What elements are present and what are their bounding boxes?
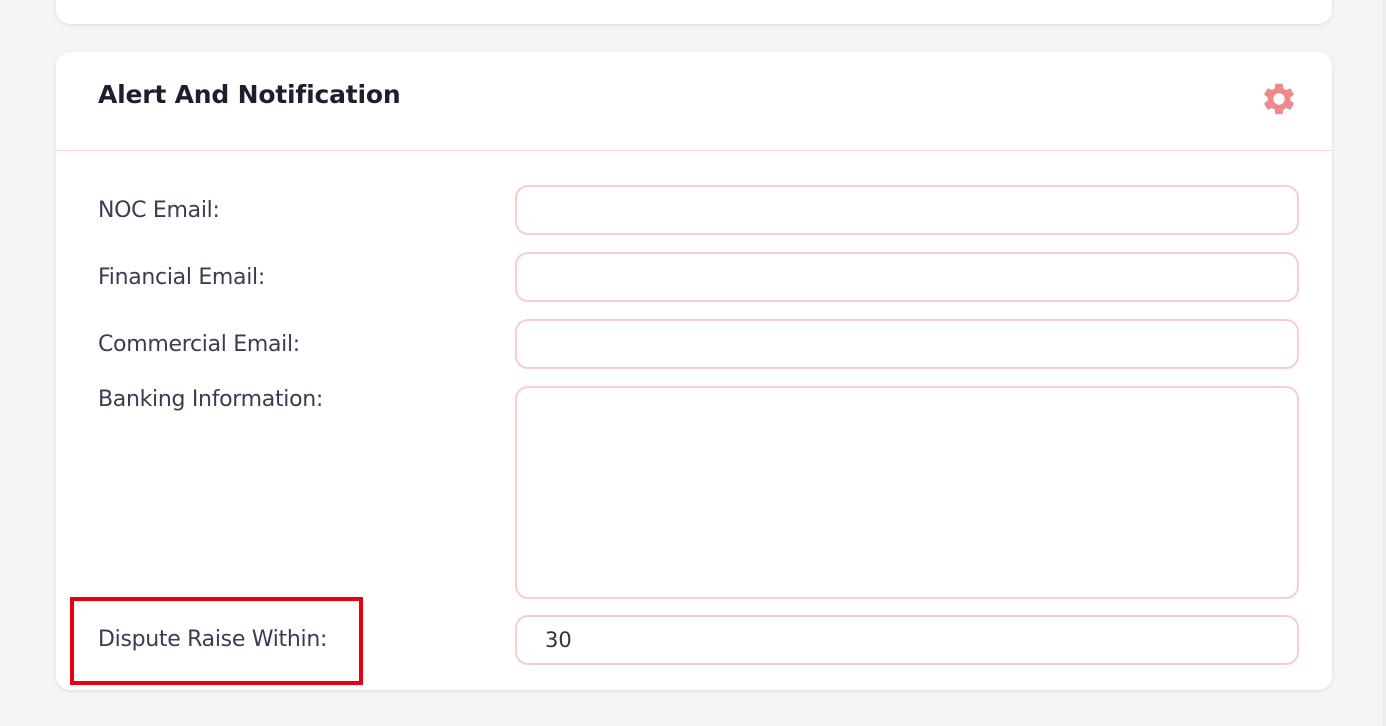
right-edge-divider: [1382, 0, 1386, 726]
noc-email-label: NOC Email:: [98, 198, 220, 223]
financial-email-input[interactable]: [515, 252, 1299, 302]
dispute-raise-within-input[interactable]: [515, 615, 1299, 665]
alert-notification-card: Alert And Notification NOC Email: Financ…: [56, 52, 1332, 690]
card-header: Alert And Notification: [56, 52, 1332, 151]
commercial-email-label: Commercial Email:: [98, 332, 300, 357]
banking-information-textarea[interactable]: [515, 386, 1299, 599]
gear-icon[interactable]: [1260, 80, 1298, 118]
commercial-email-input[interactable]: [515, 319, 1299, 369]
highlight-annotation-box: [70, 597, 363, 685]
card-title: Alert And Notification: [98, 80, 401, 109]
noc-email-input[interactable]: [515, 185, 1299, 235]
financial-email-label: Financial Email:: [98, 265, 265, 290]
banking-information-label: Banking Information:: [98, 387, 324, 412]
previous-card: [56, 0, 1332, 24]
